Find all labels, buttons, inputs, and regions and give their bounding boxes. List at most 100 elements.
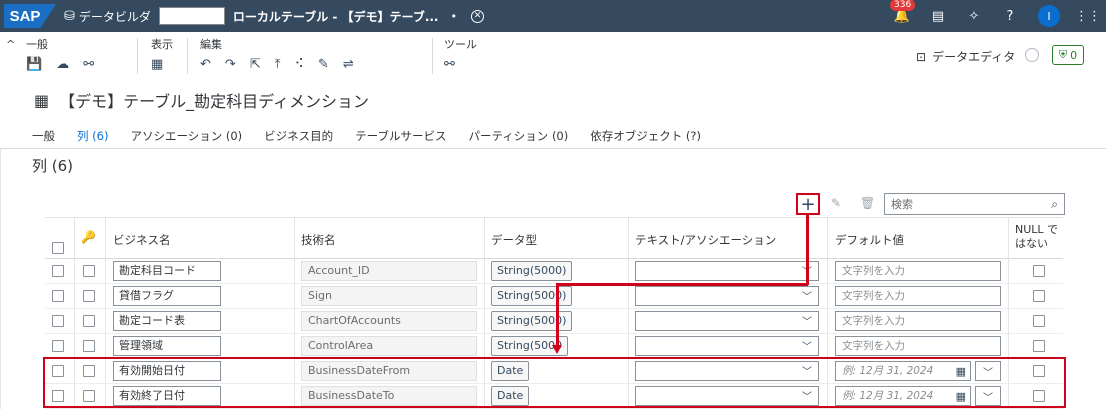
- business-name-input[interactable]: 管理領域: [113, 336, 221, 356]
- association-select[interactable]: ﹀: [635, 311, 819, 331]
- default-value-input[interactable]: 文字列を入力: [835, 311, 1001, 331]
- object-title: ▦ 【デモ】テーブル_勘定科目ディメンション: [34, 88, 369, 112]
- toolbar-group-edit: 編集 ↶ ↷ ⇱ ⤒ ⠪ ✎ ⇌: [200, 36, 354, 72]
- validation-count: 0: [1070, 48, 1078, 62]
- key-checkbox[interactable]: [83, 315, 95, 327]
- graph-tool-icon[interactable]: ⚯: [444, 57, 455, 72]
- table-icon: ▦: [34, 90, 50, 110]
- row-select-checkbox[interactable]: [52, 265, 64, 277]
- key-checkbox[interactable]: [83, 340, 95, 352]
- delete-icon[interactable]: 🗑: [860, 196, 875, 210]
- data-editor-label: データエディタ: [932, 50, 1016, 64]
- undo-icon[interactable]: ↶: [200, 57, 211, 72]
- save-icon[interactable]: 💾: [26, 57, 42, 72]
- upload-icon[interactable]: ⤒: [275, 57, 281, 72]
- header-data-type: データ型: [491, 233, 537, 247]
- search-placeholder: 検索: [891, 198, 913, 211]
- not-null-checkbox[interactable]: [1033, 265, 1045, 277]
- annotation-arrow-segment: [556, 283, 808, 286]
- business-name-input[interactable]: 貸借フラグ: [113, 286, 221, 306]
- search-icon[interactable]: ⌕: [1051, 197, 1058, 212]
- shell-bar: SAP ⛁ データビルダ ローカルテーブル - 【デモ】テーブ... • ✕ 🔔…: [0, 0, 1106, 32]
- search-field[interactable]: 検索 ⌕: [884, 193, 1065, 215]
- data-type-button[interactable]: String(5000): [491, 261, 573, 281]
- data-type-button[interactable]: String(5000): [491, 286, 573, 306]
- data-type-button[interactable]: String(5000): [491, 311, 573, 331]
- deploy-icon[interactable]: ☁: [56, 57, 69, 72]
- row-select-checkbox[interactable]: [52, 315, 64, 327]
- redacted-space-name: [158, 7, 225, 25]
- table-row[interactable]: 勘定科目コード Account_ID String(5000) ﹀ 文字列を入力: [45, 259, 1063, 284]
- annotation-arrow-head: [552, 345, 562, 354]
- header-default-value: デフォルト値: [835, 233, 904, 247]
- annotation-arrow-segment: [806, 215, 809, 285]
- header-technical-name: 技術名: [301, 233, 336, 247]
- toolbar-group-label: 編集: [200, 38, 222, 51]
- header-business-name: ビジネス名: [113, 233, 171, 247]
- not-null-checkbox[interactable]: [1033, 340, 1045, 352]
- add-column-button[interactable]: +: [796, 193, 820, 215]
- toolbar-group-tools: ツール ⚯: [444, 36, 477, 72]
- technical-name-field: Account_ID: [301, 261, 477, 281]
- data-editor-button[interactable]: ⊡ データエディタ: [916, 48, 1015, 65]
- help-icon[interactable]: ?: [1002, 8, 1018, 24]
- technical-name-field: ChartOfAccounts: [301, 311, 477, 331]
- impact-lineage-icon[interactable]: ⠪: [294, 57, 304, 72]
- edit-pencil-icon[interactable]: ✎: [318, 57, 329, 72]
- header-not-null: NULL ではない: [1015, 223, 1058, 251]
- table-view-icon[interactable]: ▦: [151, 57, 163, 72]
- app-name: データビルダ: [78, 9, 151, 24]
- validation-icon: ⛨: [1058, 48, 1068, 61]
- key-pin-icon[interactable]: ✎: [831, 196, 841, 210]
- sap-logo: SAP: [4, 4, 56, 28]
- user-avatar[interactable]: I: [1038, 5, 1060, 27]
- sort-icon[interactable]: ⇌: [343, 57, 354, 72]
- toolbar-group-label: ツール: [444, 38, 477, 51]
- toolbar-divider: [432, 38, 433, 74]
- validation-status-button[interactable]: ⛨ 0: [1052, 45, 1084, 65]
- default-value-input[interactable]: 文字列を入力: [835, 286, 1001, 306]
- toolbar-group-view: 表示 ▦: [151, 36, 173, 72]
- business-name-input[interactable]: 勘定科目コード: [113, 261, 221, 281]
- key-checkbox[interactable]: [83, 290, 95, 302]
- annotation-arrow-segment: [556, 283, 559, 347]
- toolbar-group-general: 一般 💾 ☁ ⚯: [26, 36, 94, 72]
- row-select-checkbox[interactable]: [52, 340, 64, 352]
- history-clock-icon[interactable]: [1025, 48, 1039, 62]
- collapse-toolbar-icon[interactable]: ^: [6, 38, 15, 51]
- key-column-icon: 🔑: [81, 230, 96, 244]
- data-editor-icon: ⊡: [916, 49, 927, 64]
- table-row[interactable]: 勘定コード表 ChartOfAccounts String(5000) ﹀ 文字…: [45, 309, 1063, 334]
- toolbar-divider: [137, 38, 138, 74]
- product-switch-icon[interactable]: ⋮⋮: [1075, 8, 1101, 24]
- technical-name-field: ControlArea: [301, 336, 477, 356]
- key-checkbox[interactable]: [83, 265, 95, 277]
- association-select[interactable]: ﹀: [635, 286, 819, 306]
- feedback-icon[interactable]: ▤: [930, 8, 946, 24]
- highlight-new-rows-box: [43, 357, 1066, 408]
- chevron-down-icon: ﹀: [802, 317, 812, 328]
- plus-icon: +: [800, 193, 816, 215]
- share-icon[interactable]: ⚯: [83, 57, 94, 72]
- toolbar-divider: [187, 38, 188, 74]
- close-tab-icon[interactable]: ✕: [471, 9, 484, 23]
- chevron-down-icon: ﹀: [802, 292, 812, 303]
- header-not-null-line2: はない: [1015, 237, 1048, 250]
- default-value-input[interactable]: 文字列を入力: [835, 336, 1001, 356]
- whats-new-icon[interactable]: ✧: [966, 8, 982, 24]
- row-select-checkbox[interactable]: [52, 290, 64, 302]
- not-null-checkbox[interactable]: [1033, 290, 1045, 302]
- redo-icon[interactable]: ↷: [225, 57, 236, 72]
- select-all-checkbox[interactable]: [52, 242, 64, 254]
- default-value-input[interactable]: 文字列を入力: [835, 261, 1001, 281]
- unsaved-indicator: •: [450, 9, 458, 23]
- business-name-input[interactable]: 勘定コード表: [113, 311, 221, 331]
- association-select[interactable]: ﹀: [635, 336, 819, 356]
- section-title: 列 (6): [32, 157, 74, 175]
- export-icon[interactable]: ⇱: [250, 57, 261, 72]
- association-select[interactable]: ﹀: [635, 261, 819, 281]
- not-null-checkbox[interactable]: [1033, 315, 1045, 327]
- notification-bell-icon[interactable]: 🔔 336: [890, 0, 916, 24]
- toolbar-group-label: 一般: [26, 38, 48, 51]
- table-row[interactable]: 貸借フラグ Sign String(5000) ﹀ 文字列を入力: [45, 284, 1063, 309]
